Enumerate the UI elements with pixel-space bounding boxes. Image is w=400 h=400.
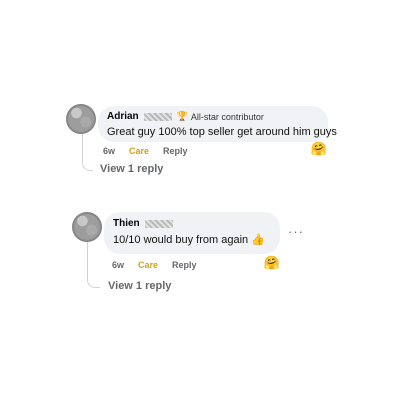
view-replies-link[interactable]: View 1 reply [108,280,171,292]
comment-thread: Adrian 🏆 All-star contributor Great guy … [0,0,400,400]
care-reaction-icon[interactable]: 🤗 [311,141,327,157]
comment-time[interactable]: 6w [112,260,124,270]
redacted-name [144,219,173,228]
trophy-icon: 🏆 [176,111,188,121]
comment-bubble: Thien 10/10 would buy from again 👍 [104,212,280,254]
redacted-name [143,112,172,121]
view-replies-link[interactable]: View 1 reply [100,163,163,175]
comment-text: 10/10 would buy from again 👍 [113,234,265,246]
avatar[interactable] [66,104,96,134]
more-options-icon[interactable]: ··· [288,224,304,239]
comment-actions: 6w Care Reply [103,146,188,156]
contributor-badge: 🏆 All-star contributor [177,111,264,122]
comment-bubble: Adrian 🏆 All-star contributor Great guy … [98,106,337,142]
reply-button[interactable]: Reply [172,260,197,270]
reply-connector [82,134,93,171]
comment-author[interactable]: Adrian [107,111,139,122]
comment-time[interactable]: 6w [103,146,115,156]
badge-label: All-star contributor [190,111,264,122]
comment-actions: 6w Care Reply [112,260,197,270]
avatar[interactable] [72,212,102,242]
comment-author[interactable]: Thien [113,218,140,229]
care-reaction-icon[interactable]: 🤗 [264,255,280,271]
comment-text: Great guy 100% top seller get around him… [107,126,337,138]
care-button[interactable]: Care [129,146,149,156]
reply-button[interactable]: Reply [163,146,188,156]
comment-header: Adrian 🏆 All-star contributor [107,111,319,122]
comment-header: Thien [113,218,271,229]
care-button[interactable]: Care [138,260,158,270]
reply-connector [87,242,100,288]
